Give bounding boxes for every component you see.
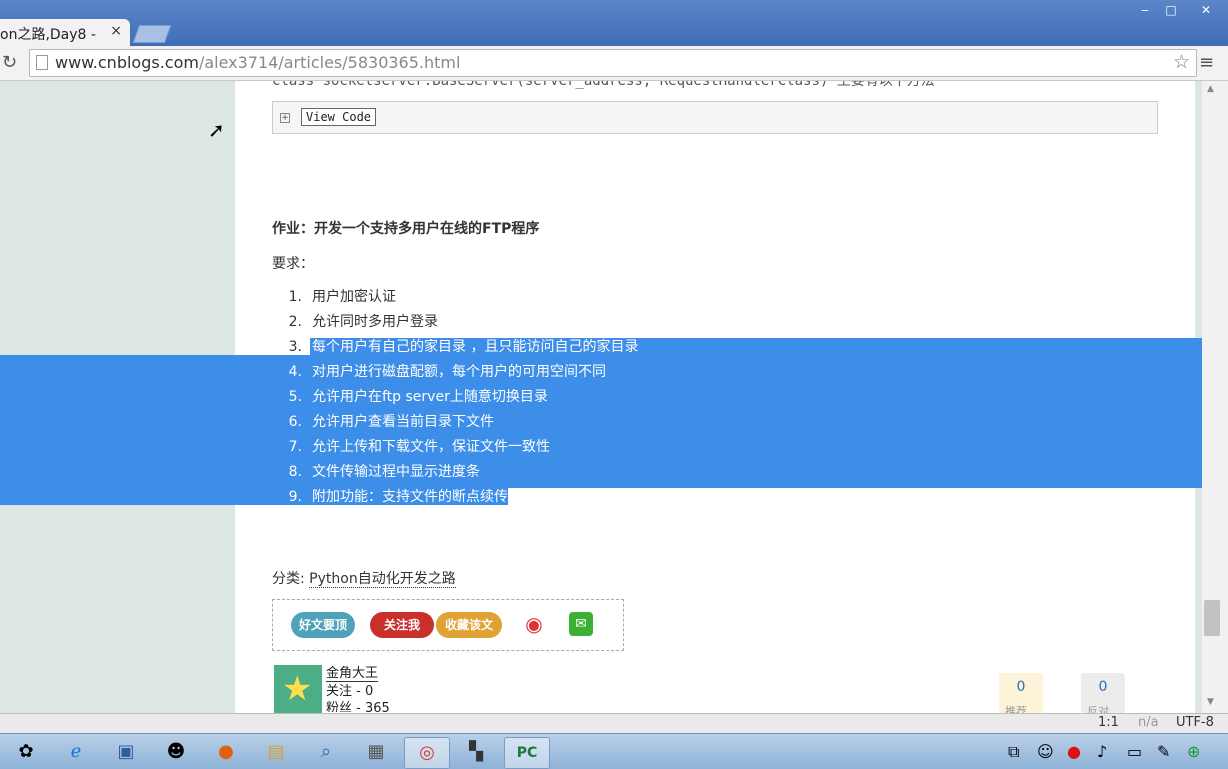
wechat-share-icon[interactable]: ✉ <box>569 612 593 636</box>
code-block: + View Code <box>272 101 1158 134</box>
list-text: 允许上传和下载文件，保证文件一致性 <box>312 439 550 455</box>
list-number: 1. <box>288 289 302 305</box>
photo-viewer-icon[interactable]: ▣ <box>106 737 146 767</box>
author-fans-count[interactable]: 粉丝 - 365 <box>326 697 390 712</box>
add-tray-icon[interactable]: ⊕ <box>1187 742 1200 761</box>
url-host: www.cnblogs.com <box>55 53 199 72</box>
recommend-vote[interactable]: 0 推荐 <box>999 673 1043 713</box>
start-icon[interactable]: ✿ <box>6 737 46 767</box>
network-tray-icon[interactable]: ⧉ <box>1008 742 1019 762</box>
address-bar[interactable]: www.cnblogs.com/alex3714/articles/583036… <box>29 49 1197 77</box>
category-link[interactable]: Python自动化开发之路 <box>309 571 456 588</box>
list-number: 3. <box>288 339 302 355</box>
star-icon: ★ <box>282 669 313 709</box>
list-text: 每个用户有自己的家目录 ，且只能访问自己的家目录 <box>312 339 639 355</box>
menu-icon[interactable]: ≡ <box>1199 52 1214 73</box>
ie-icon[interactable]: ℯ <box>56 737 96 767</box>
users-tray-icon[interactable]: ☺ <box>1037 742 1054 761</box>
list-text: 文件传输过程中显示进度条 <box>312 464 480 480</box>
status-bar: 1:1 n/a UTF-8 <box>0 713 1228 734</box>
list-text: 用户加密认证 <box>312 289 396 305</box>
url-text[interactable]: www.cnblogs.com/alex3714/articles/583036… <box>55 53 460 72</box>
view-code-button[interactable]: View Code <box>301 108 377 126</box>
pen-tray-icon[interactable]: ✎ <box>1157 742 1170 761</box>
requirements-label: 要求： <box>272 256 314 272</box>
list-text: 允许用户查看当前目录下文件 <box>312 414 494 430</box>
na-status: n/a <box>1138 715 1159 730</box>
record-tray-icon[interactable]: ● <box>1067 742 1081 761</box>
window-controls: ‒ □ ✕ <box>1132 0 1228 22</box>
maximize-icon[interactable]: □ <box>1158 0 1184 20</box>
browser-tab[interactable]: on之路,Day8 - × <box>0 19 130 46</box>
folder-icon[interactable]: ▤ <box>256 737 296 767</box>
display-tray-icon[interactable]: ▭ <box>1127 742 1142 761</box>
bookmark-star-icon[interactable]: ☆ <box>1173 51 1190 73</box>
weibo-share-icon[interactable]: ◉ <box>522 612 546 636</box>
oppose-count: 0 <box>1098 679 1108 695</box>
oppose-label: 反对 <box>1087 705 1109 713</box>
tab-title: on之路,Day8 - <box>0 27 96 43</box>
list-number: 9. <box>288 489 302 505</box>
list-number: 8. <box>288 464 302 480</box>
category-label: 分类: <box>272 571 310 587</box>
list-text: 附加功能：支持文件的断点续传 <box>312 489 508 505</box>
list-number: 2. <box>288 314 302 330</box>
scroll-up-icon[interactable]: ▲ <box>1207 84 1214 94</box>
os-taskbar: ✿ ℯ ▣ ☻ ● ▤ ⌕ ▦ ◎ ▚ PC ⧉ ☺ ● ♪ ▭ ✎ ⊕ <box>0 733 1228 769</box>
category-row: 分类: Python自动化开发之路 <box>272 568 456 588</box>
reload-icon[interactable]: ↻ <box>2 52 17 73</box>
pycharm-icon[interactable]: PC <box>504 737 550 769</box>
list-text: 对用户进行磁盘配额，每个用户的可用空间不同 <box>312 364 606 380</box>
new-tab-button[interactable] <box>132 25 172 43</box>
close-window-icon[interactable]: ✕ <box>1184 0 1228 20</box>
scroll-thumb[interactable] <box>1204 600 1220 636</box>
printer-icon[interactable]: ▦ <box>356 737 396 767</box>
list-text: 允许同时多用户登录 <box>312 314 438 330</box>
favorite-button[interactable]: 收藏该文 <box>436 612 502 638</box>
zoom-status: 1:1 <box>1098 715 1119 730</box>
homework-title: 作业：开发一个支持多用户在线的FTP程序 <box>272 221 540 237</box>
recommend-count: 0 <box>1016 679 1026 695</box>
list-text: 允许用户在ftp server上随意切换目录 <box>312 389 548 405</box>
chrome-icon[interactable]: ◎ <box>404 737 450 769</box>
url-path: /alex3714/articles/5830365.html <box>198 53 461 72</box>
tab-close-icon[interactable]: × <box>110 23 122 39</box>
firefox-icon[interactable]: ● <box>206 737 246 767</box>
search-app-icon[interactable]: ⌕ <box>306 737 346 767</box>
terminal-app-icon[interactable]: ▚ <box>456 737 496 767</box>
author-avatar[interactable]: ★ <box>274 665 322 713</box>
window-titlebar: on之路,Day8 - × ‒ □ ✕ <box>0 0 1228 46</box>
recommend-label: 推荐 <box>1005 705 1027 713</box>
scroll-down-icon[interactable]: ▼ <box>1207 697 1214 707</box>
list-number: 5. <box>288 389 302 405</box>
browser-toolbar: ↻ www.cnblogs.com/alex3714/articles/5830… <box>0 46 1228 81</box>
volume-tray-icon[interactable]: ♪ <box>1097 742 1107 761</box>
list-number: 7. <box>288 439 302 455</box>
author-name[interactable]: 金角大王 <box>326 662 379 682</box>
qq-icon[interactable]: ☻ <box>156 737 196 767</box>
encoding-status: UTF-8 <box>1176 715 1214 730</box>
follow-button[interactable]: 关注我 <box>370 612 434 638</box>
list-number: 4. <box>288 364 302 380</box>
page-icon <box>36 55 48 70</box>
minimize-icon[interactable]: ‒ <box>1132 0 1158 20</box>
share-actions: 好文要顶 关注我 收藏该文 ◉ ✉ <box>272 599 624 651</box>
mouse-cursor-icon: ➚ <box>208 118 225 142</box>
expand-icon[interactable]: + <box>280 113 290 123</box>
list-number: 6. <box>288 414 302 430</box>
recommend-button[interactable]: 好文要顶 <box>291 612 355 638</box>
oppose-vote[interactable]: 0 反对 <box>1081 673 1125 713</box>
